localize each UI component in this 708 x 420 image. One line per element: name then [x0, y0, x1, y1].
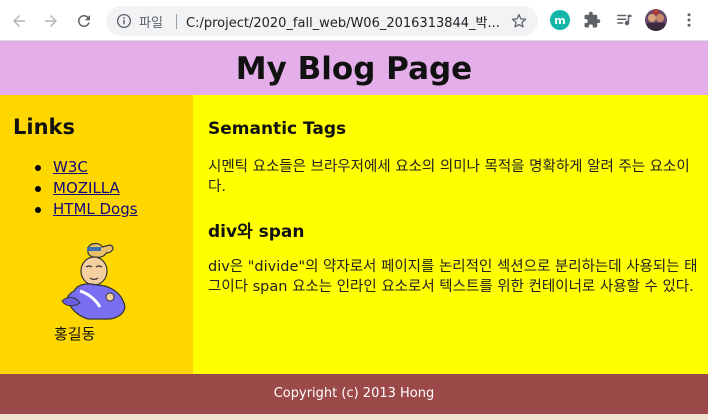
portrait-caption: 홍길동	[54, 325, 96, 343]
page-header: My Blog Page	[0, 41, 708, 95]
sidebar: Links W3C MOZILLA HTML Dogs 홍길동	[0, 95, 193, 374]
media-queue-button[interactable]	[614, 10, 634, 30]
extension-m-button[interactable]: m	[550, 10, 570, 30]
site-chip: 파일	[139, 16, 163, 31]
page-footer: Copyright (c) 2013 Hong	[0, 374, 708, 414]
link-w3c[interactable]: W3C	[53, 158, 88, 176]
copyright-text: Copyright (c) 2013 Hong	[273, 386, 435, 401]
puzzle-icon	[584, 11, 601, 28]
arrow-left-icon	[13, 15, 25, 27]
links-list: W3C MOZILLA HTML Dogs	[35, 157, 138, 220]
portrait-image	[61, 242, 126, 320]
list-item: HTML Dogs	[35, 199, 138, 220]
reload-icon	[77, 14, 90, 27]
section-text-semantic-tags: 시멘틱 요소들은 브라우저에세 요소의 의미나 목적을 명확하게 알려 주는 요…	[208, 159, 690, 195]
profile-avatar-icon	[645, 9, 667, 31]
section-text-div-span: div은 "divide"의 약자로서 페이지를 논리적인 섹션으로 분리하는데…	[208, 259, 698, 295]
extensions-button[interactable]	[582, 10, 602, 30]
avatar[interactable]	[645, 9, 667, 31]
url-text[interactable]: C:/project/2020_fall_web/W06_2016313844_…	[186, 12, 500, 31]
extension-m-label: m	[554, 13, 566, 27]
list-item: MOZILLA	[35, 178, 138, 199]
forward-button[interactable]	[38, 8, 64, 34]
section-title-div-span: div와 span	[208, 222, 305, 242]
link-html-dogs[interactable]: HTML Dogs	[53, 200, 138, 218]
back-button[interactable]	[6, 8, 32, 34]
arrow-right-icon	[45, 15, 57, 27]
main-content: Semantic Tags 시멘틱 요소들은 브라우저에세 요소의 의미나 목적…	[193, 95, 708, 374]
address-bar[interactable]: 파일 C:/project/2020_fall_web/W06_20163138…	[106, 6, 538, 36]
browser-menu-button[interactable]	[679, 10, 699, 30]
star-icon[interactable]	[510, 12, 528, 30]
page-title: My Blog Page	[235, 51, 473, 87]
info-icon[interactable]	[115, 12, 133, 30]
media-queue-icon	[617, 14, 632, 26]
list-item: W3C	[35, 157, 138, 178]
kebab-menu-icon	[687, 13, 691, 27]
section-title-semantic-tags: Semantic Tags	[208, 119, 347, 139]
address-separator	[176, 14, 177, 29]
browser-toolbar: 파일 C:/project/2020_fall_web/W06_20163138…	[0, 0, 708, 41]
reload-button[interactable]	[71, 8, 97, 34]
sidebar-heading: Links	[13, 115, 75, 139]
link-mozilla[interactable]: MOZILLA	[53, 179, 120, 197]
